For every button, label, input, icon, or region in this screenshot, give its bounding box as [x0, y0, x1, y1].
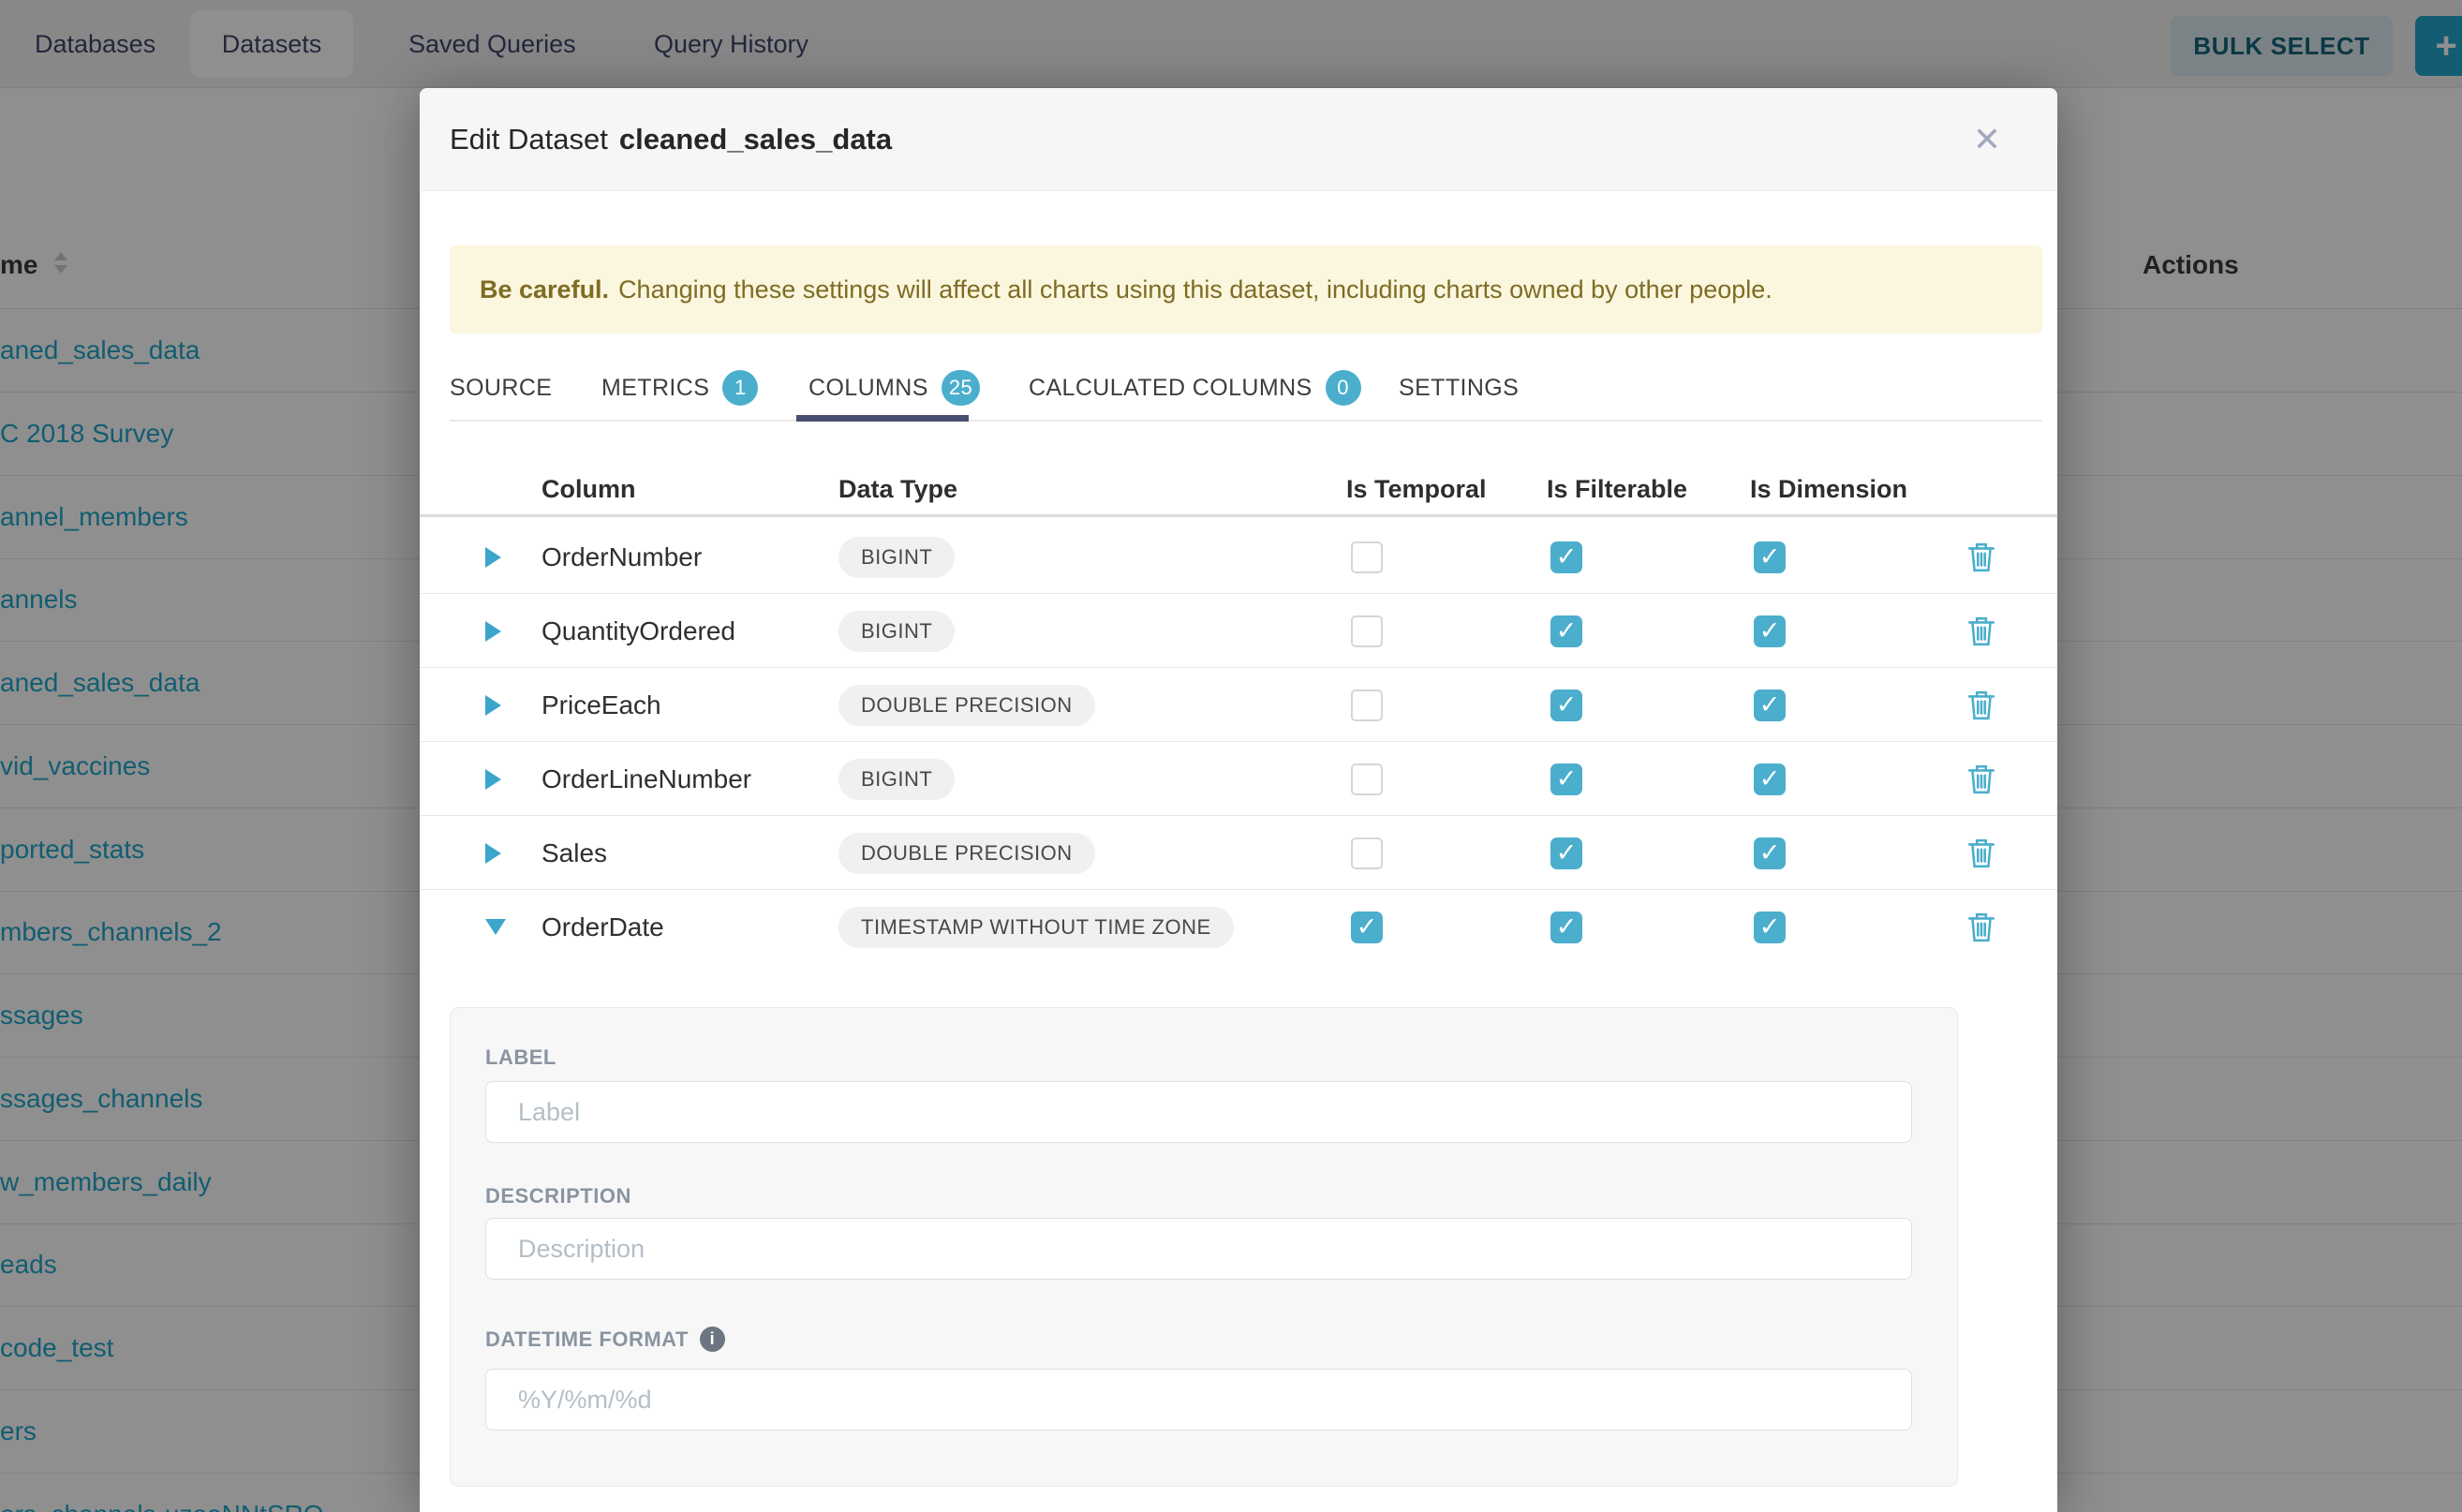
warning-text: Changing these settings will affect all …	[618, 275, 1772, 304]
expand-caret-icon[interactable]	[485, 621, 501, 642]
tab-count-badge: 0	[1326, 370, 1361, 406]
label-input[interactable]	[485, 1081, 1912, 1143]
is-filterable-checkbox[interactable]: ✓	[1550, 912, 1582, 943]
columns-table-rows: OrderNumber BIGINT ✓ ✓ QuantityOrdered BIGINT…	[420, 520, 2057, 964]
tab-label: CALCULATED COLUMNS	[1029, 375, 1313, 402]
modal-header: Edit Dataset cleaned_sales_data ✕	[420, 88, 2057, 191]
edit-dataset-modal: Edit Dataset cleaned_sales_data ✕ Be car…	[420, 88, 2057, 1512]
is-dimension-checkbox[interactable]: ✓	[1754, 912, 1786, 943]
modal-title-prefix: Edit Dataset	[450, 123, 608, 156]
is-dimension-checkbox[interactable]: ✓	[1754, 838, 1786, 869]
column-row-OrderNumber: OrderNumber BIGINT ✓ ✓	[420, 520, 2057, 594]
data-type-pill: BIGINT	[838, 759, 955, 800]
tab-columns[interactable]: COLUMNS 25	[808, 360, 980, 416]
description-field-label-text: DESCRIPTION	[485, 1184, 631, 1208]
data-type-pill: DOUBLE PRECISION	[838, 685, 1095, 726]
column-name: Sales	[541, 816, 607, 890]
expand-caret-icon[interactable]	[485, 695, 501, 716]
datetime-format-field-label: DATETIME FORMAT i	[485, 1327, 725, 1352]
modal-title: Edit Dataset cleaned_sales_data	[450, 88, 892, 191]
data-type-pill: TIMESTAMP WITHOUT TIME ZONE	[838, 907, 1234, 948]
column-row-PriceEach: PriceEach DOUBLE PRECISION ✓ ✓	[420, 668, 2057, 742]
tab-label: COLUMNS	[808, 375, 928, 402]
active-tab-underline	[796, 415, 969, 422]
is-temporal-checkbox[interactable]	[1351, 541, 1383, 573]
column-row-QuantityOrdered: QuantityOrdered BIGINT ✓ ✓	[420, 594, 2057, 668]
is-filterable-checkbox[interactable]: ✓	[1550, 763, 1582, 795]
collapse-caret-icon[interactable]	[485, 919, 506, 935]
tab-label: SETTINGS	[1399, 375, 1519, 402]
delete-column-icon[interactable]	[1967, 689, 1995, 721]
expand-caret-icon[interactable]	[485, 843, 501, 864]
column-header-1: Data Type	[838, 461, 957, 517]
data-type-pill: DOUBLE PRECISION	[838, 833, 1095, 874]
is-dimension-checkbox[interactable]: ✓	[1754, 763, 1786, 795]
delete-column-icon[interactable]	[1967, 541, 1995, 573]
column-name: OrderLineNumber	[541, 742, 751, 816]
column-row-OrderLineNumber: OrderLineNumber BIGINT ✓ ✓	[420, 742, 2057, 816]
column-header-2: Is Temporal	[1346, 461, 1487, 517]
tab-settings[interactable]: SETTINGS	[1399, 360, 1519, 416]
columns-table-header: Column Data Type Is Temporal Is Filterable I…	[420, 461, 2057, 517]
is-filterable-checkbox[interactable]: ✓	[1550, 689, 1582, 721]
tab-count-badge: 1	[722, 370, 758, 406]
description-input[interactable]	[485, 1218, 1912, 1280]
tab-label: SOURCE	[450, 375, 552, 402]
is-temporal-checkbox[interactable]	[1351, 689, 1383, 721]
column-header-3: Is Filterable	[1547, 461, 1687, 517]
label-field-label: LABEL	[485, 1045, 556, 1070]
column-name: PriceEach	[541, 668, 661, 742]
warning-bold-text: Be careful.	[480, 275, 609, 304]
data-type-pill: BIGINT	[838, 537, 955, 578]
tab-calculated-columns[interactable]: CALCULATED COLUMNS 0	[1029, 360, 1361, 416]
delete-column-icon[interactable]	[1967, 912, 1995, 943]
is-filterable-checkbox[interactable]: ✓	[1550, 615, 1582, 647]
is-temporal-checkbox[interactable]: ✓	[1351, 912, 1383, 943]
is-dimension-checkbox[interactable]: ✓	[1754, 689, 1786, 721]
is-filterable-checkbox[interactable]: ✓	[1550, 541, 1582, 573]
column-name: OrderNumber	[541, 520, 702, 594]
close-icon[interactable]: ✕	[1964, 116, 2010, 163]
description-field-label: DESCRIPTION	[485, 1184, 631, 1208]
column-name: QuantityOrdered	[541, 594, 735, 668]
tab-count-badge: 25	[942, 370, 980, 406]
tabs-divider	[450, 420, 2042, 422]
delete-column-icon[interactable]	[1967, 763, 1995, 795]
screen: DatabasesDatasetsSaved QueriesQuery Hist…	[0, 0, 2462, 1512]
column-name: OrderDate	[541, 890, 664, 964]
is-dimension-checkbox[interactable]: ✓	[1754, 615, 1786, 647]
tab-label: METRICS	[601, 375, 709, 402]
datetime-format-label-text: DATETIME FORMAT	[485, 1327, 689, 1352]
is-temporal-checkbox[interactable]	[1351, 763, 1383, 795]
tab-source[interactable]: SOURCE	[450, 360, 552, 416]
data-type-pill: BIGINT	[838, 611, 955, 652]
column-header-0: Column	[541, 461, 636, 517]
delete-column-icon[interactable]	[1967, 615, 1995, 647]
datetime-format-input[interactable]	[485, 1369, 1912, 1430]
column-detail-panel: LABEL DESCRIPTION DATETIME FORMAT i	[450, 1007, 1958, 1487]
label-field-label-text: LABEL	[485, 1045, 556, 1070]
column-row-Sales: Sales DOUBLE PRECISION ✓ ✓	[420, 816, 2057, 890]
column-header-4: Is Dimension	[1750, 461, 1907, 517]
tab-metrics[interactable]: METRICS 1	[601, 360, 758, 416]
expand-caret-icon[interactable]	[485, 769, 501, 790]
modal-title-dataset-name: cleaned_sales_data	[619, 123, 892, 156]
info-icon[interactable]: i	[700, 1327, 725, 1352]
is-temporal-checkbox[interactable]	[1351, 615, 1383, 647]
warning-banner: Be careful. Changing these settings will…	[450, 245, 2042, 334]
is-filterable-checkbox[interactable]: ✓	[1550, 838, 1582, 869]
is-temporal-checkbox[interactable]	[1351, 838, 1383, 869]
expand-caret-icon[interactable]	[485, 547, 501, 568]
delete-column-icon[interactable]	[1967, 838, 1995, 869]
is-dimension-checkbox[interactable]: ✓	[1754, 541, 1786, 573]
column-row-OrderDate: OrderDate TIMESTAMP WITHOUT TIME ZONE ✓ ✓ ✓	[420, 890, 2057, 964]
